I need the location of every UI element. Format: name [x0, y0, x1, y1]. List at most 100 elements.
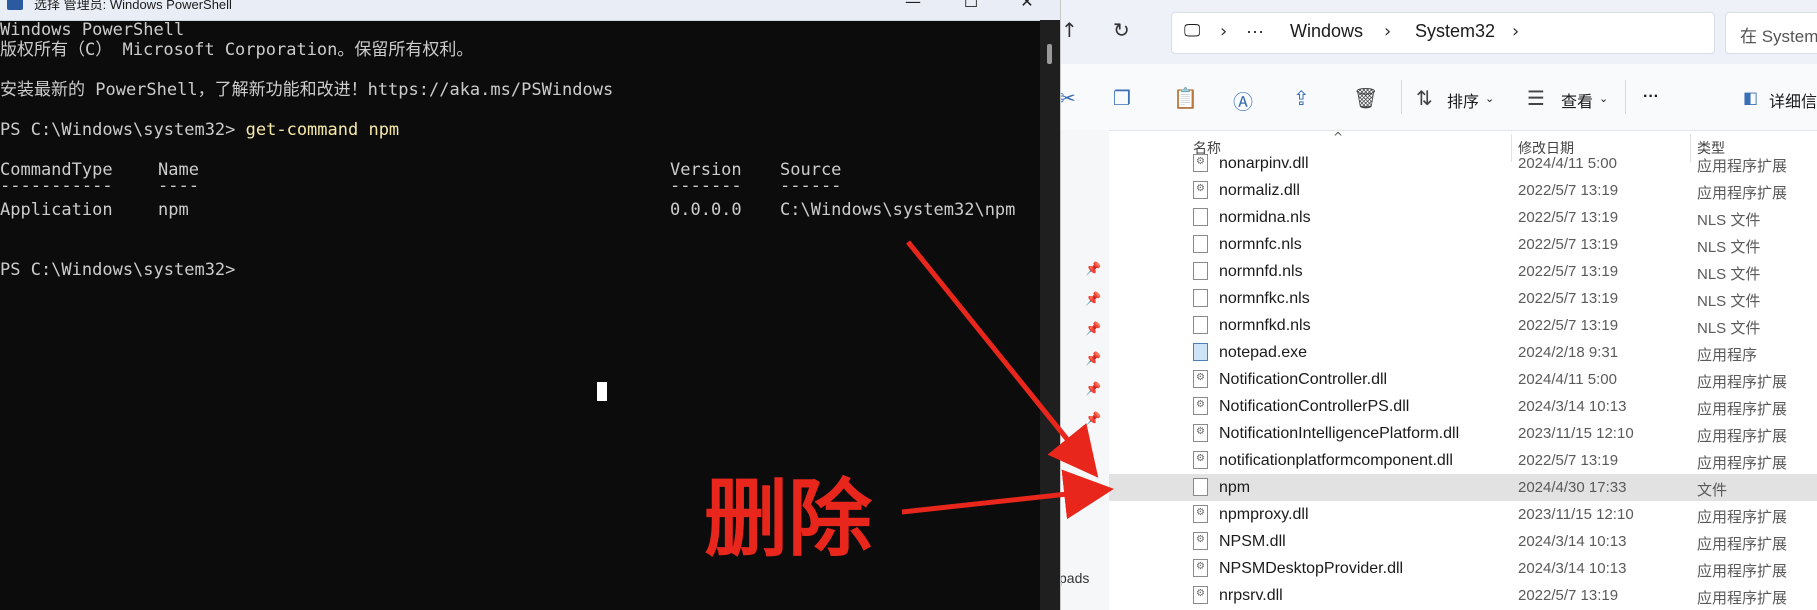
file-row[interactable]: normnfd.nls 2022/5/7 13:19 NLS 文件 — [1109, 258, 1817, 285]
file-row[interactable]: NotificationIntelligencePlatform.dll 2023… — [1109, 420, 1817, 447]
file-date: 2024/3/14 10:13 — [1518, 560, 1627, 577]
file-row-selected[interactable]: npm 2024/4/30 17:33 文件 — [1109, 474, 1817, 501]
address-bar[interactable]: 🖵 › ··· Windows › System32 › — [1171, 12, 1715, 54]
file-name: NotificationController.dll — [1219, 371, 1388, 388]
dll-file-icon — [1193, 505, 1208, 523]
file-icon — [1193, 289, 1208, 307]
sort-ascending-icon: ^ — [1333, 130, 1344, 144]
maximize-button[interactable]: ☐ — [948, 0, 994, 18]
dll-file-icon — [1193, 586, 1208, 604]
file-row[interactable]: normnfkc.nls 2022/5/7 13:19 NLS 文件 — [1109, 285, 1817, 312]
dll-file-icon — [1193, 451, 1208, 469]
copy-icon[interactable]: ❐ — [1113, 86, 1131, 110]
file-name: nonarpinv.dll — [1219, 155, 1309, 172]
file-row[interactable]: normnfc.nls 2022/5/7 13:19 NLS 文件 — [1109, 231, 1817, 258]
file-row[interactable]: NPSM.dll 2024/3/14 10:13 应用程序扩展 — [1109, 528, 1817, 555]
view-icon[interactable]: ☰ — [1527, 86, 1545, 110]
file-date: 2024/3/14 10:13 — [1518, 533, 1627, 550]
file-name: nrpsrv.dll — [1219, 587, 1283, 604]
file-icon — [1193, 316, 1208, 334]
cut-icon[interactable]: ✂ — [1061, 86, 1076, 110]
monitor-icon: 🖵 — [1184, 21, 1201, 40]
file-row[interactable]: NPSMDesktopProvider.dll 2024/3/14 10:13 应用… — [1109, 555, 1817, 582]
up-arrow-icon[interactable]: ↑ — [1061, 18, 1078, 42]
powershell-window: 选择 管理员: Windows PowerShell — ☐ ✕ Windows… — [0, 0, 1060, 610]
file-row[interactable]: nonarpinv.dll 2024/4/11 5:00 应用程序扩展 — [1109, 150, 1817, 177]
file-name: notificationplatformcomponent.dll — [1219, 452, 1453, 469]
file-type: 应用程序扩展 — [1697, 374, 1788, 391]
sort-button[interactable]: 排序 — [1447, 88, 1479, 112]
file-date: 2022/5/7 13:19 — [1518, 317, 1619, 334]
file-date: 2022/5/7 13:19 — [1518, 209, 1619, 226]
console-output[interactable]: Windows PowerShell 版权所有（C） Microsoft Cor… — [0, 20, 1040, 610]
chevron-right-icon[interactable]: › — [1512, 21, 1519, 42]
text-cursor — [597, 382, 607, 401]
navigation-pane[interactable]: 📌 📌 📌 📌 📌 📌 pads — [1061, 130, 1109, 610]
underline-source: ------ — [780, 176, 842, 196]
file-name: normnfd.nls — [1219, 263, 1303, 280]
file-row[interactable]: notepad.exe 2024/2/18 9:31 应用程序 — [1109, 339, 1817, 366]
pin-icon: 📌 — [1085, 412, 1102, 427]
explorer-window: ↑ ↻ 🖵 › ··· Windows › System32 › 在 Syste… — [1060, 0, 1817, 610]
file-date: 2024/4/11 5:00 — [1518, 371, 1617, 388]
file-row[interactable]: normnfkd.nls 2022/5/7 13:19 NLS 文件 — [1109, 312, 1817, 339]
chevron-down-icon[interactable]: ⌄ — [1599, 92, 1608, 105]
overflow-icon[interactable]: ··· — [1246, 21, 1264, 42]
share-icon[interactable]: ⇪ — [1293, 86, 1310, 110]
file-name: NotificationIntelligencePlatform.dll — [1219, 425, 1460, 442]
details-pane-icon[interactable]: ◧ — [1743, 88, 1758, 107]
console-scrollbar[interactable] — [1040, 20, 1060, 610]
breadcrumb-system32[interactable]: System32 — [1415, 21, 1495, 42]
pin-icon: 📌 — [1085, 292, 1102, 307]
more-options-button[interactable]: ··· — [1643, 88, 1659, 106]
underline-name: ---- — [158, 176, 199, 196]
sort-icon[interactable]: ⇅ — [1416, 86, 1433, 110]
minimize-button[interactable]: — — [890, 0, 936, 18]
file-type: NLS 文件 — [1697, 239, 1761, 256]
underline-version: ------- — [670, 176, 742, 196]
file-row[interactable]: nrpsrv.dll 2022/5/7 13:19 应用程序扩展 — [1109, 582, 1817, 609]
file-row[interactable]: NotificationControllerPS.dll 2024/3/14 10… — [1109, 393, 1817, 420]
file-list[interactable]: ^ 名称 修改日期 类型 大小 nonarpinv.dll2024/4/11 5… — [1109, 130, 1817, 610]
powershell-titlebar: 选择 管理员: Windows PowerShell — ☐ ✕ — [0, 0, 1060, 21]
file-type: NLS 文件 — [1697, 212, 1761, 229]
pin-icon: 📌 — [1085, 352, 1102, 367]
file-type: 应用程序扩展 — [1697, 509, 1788, 526]
file-type: 应用程序扩展 — [1697, 455, 1788, 472]
file-icon — [1193, 262, 1208, 280]
powershell-window-title: 选择 管理员: Windows PowerShell — [34, 0, 232, 12]
file-type: 文件 — [1697, 482, 1728, 499]
close-button[interactable]: ✕ — [1004, 0, 1050, 18]
file-row[interactable]: npmproxy.dll 2023/11/15 12:10 应用程序扩展 — [1109, 501, 1817, 528]
file-row[interactable]: NotificationController.dll 2024/4/11 5:00… — [1109, 366, 1817, 393]
dll-file-icon — [1193, 532, 1208, 550]
delete-icon[interactable]: 🗑 — [1353, 86, 1378, 110]
banner-line: Windows PowerShell — [0, 20, 185, 40]
toolbar-divider — [1625, 80, 1626, 114]
refresh-icon[interactable]: ↻ — [1113, 18, 1130, 42]
file-type: NLS 文件 — [1697, 293, 1761, 310]
file-date: 2024/4/11 5:00 — [1518, 155, 1617, 172]
rename-icon[interactable]: Ⓐ — [1233, 86, 1253, 115]
chevron-down-icon[interactable]: ⌄ — [1485, 92, 1494, 105]
file-name: npmproxy.dll — [1219, 506, 1309, 523]
scrollbar-thumb[interactable] — [1047, 44, 1052, 64]
file-icon — [1193, 208, 1208, 226]
file-row[interactable]: notificationplatformcomponent.dll 2022/5/… — [1109, 447, 1817, 474]
file-date: 2022/5/7 13:19 — [1518, 263, 1619, 280]
view-button[interactable]: 查看 — [1561, 88, 1593, 112]
chevron-right-icon[interactable]: › — [1384, 21, 1391, 42]
pin-icon: 📌 — [1085, 382, 1102, 397]
paste-icon[interactable]: 📋 — [1173, 86, 1198, 110]
cell-version: 0.0.0.0 — [670, 200, 742, 220]
nav-item-downloads[interactable]: pads — [1061, 570, 1089, 586]
dll-file-icon — [1193, 559, 1208, 577]
details-button[interactable]: 详细信 — [1769, 88, 1817, 112]
file-row[interactable]: normidna.nls 2022/5/7 13:19 NLS 文件 — [1109, 204, 1817, 231]
command-line-1: PS C:\Windows\system32> get-command npm — [0, 120, 399, 140]
search-input[interactable]: 在 System32 中搜 — [1725, 12, 1817, 54]
file-row[interactable]: normaliz.dll 2022/5/7 13:19 应用程序扩展 — [1109, 177, 1817, 204]
breadcrumb-windows[interactable]: Windows — [1290, 21, 1363, 42]
file-icon — [1193, 478, 1208, 496]
dll-file-icon — [1193, 424, 1208, 442]
